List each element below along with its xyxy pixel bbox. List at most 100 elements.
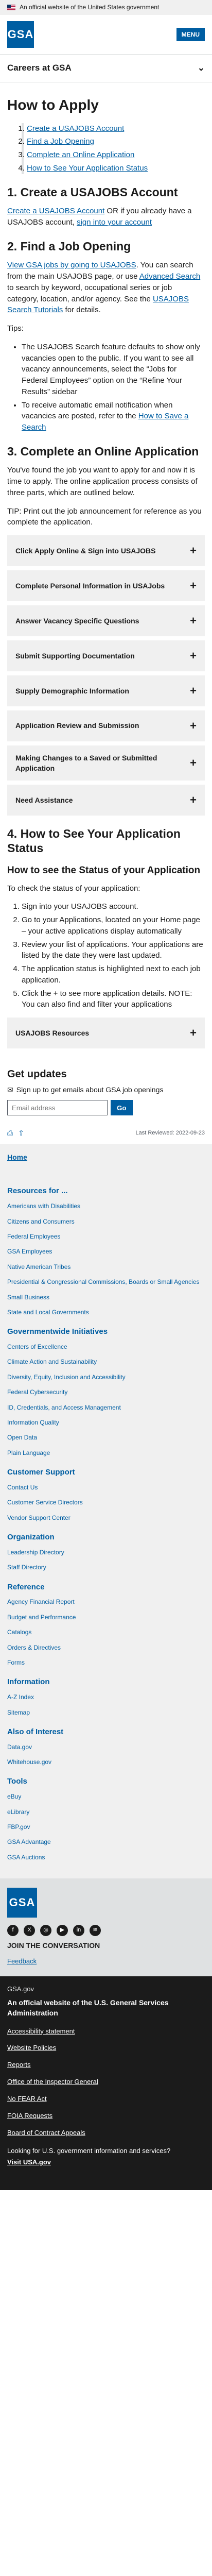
- accessibility-link[interactable]: Accessibility statement: [7, 2027, 205, 2037]
- plus-icon: +: [190, 719, 197, 732]
- policies-link[interactable]: Website Policies: [7, 2043, 205, 2053]
- footer-link[interactable]: eBuy: [7, 1792, 205, 1801]
- footer-link[interactable]: Open Data: [7, 1433, 205, 1442]
- no-fear-act-link[interactable]: No FEAR Act: [7, 2094, 205, 2104]
- visit-usa-gov-link[interactable]: Visit USA.gov: [7, 2158, 205, 2167]
- footer-link[interactable]: Vendor Support Center: [7, 1514, 205, 1522]
- footer-link[interactable]: Centers of Excellence: [7, 1343, 205, 1351]
- footer-link[interactable]: Citizens and Consumers: [7, 1217, 205, 1226]
- footer-link[interactable]: Contact Us: [7, 1483, 205, 1492]
- inspector-general-link[interactable]: Office of the Inspector General: [7, 2077, 205, 2087]
- accordion-apply-online[interactable]: Click Apply Online & Sign into USAJOBS +: [7, 535, 205, 567]
- contract-appeals-link[interactable]: Board of Contract Appeals: [7, 2128, 205, 2138]
- footer-link[interactable]: A-Z Index: [7, 1693, 205, 1702]
- footer-home: Home: [0, 1143, 212, 1172]
- footer-link[interactable]: Information Quality: [7, 1418, 205, 1427]
- footer-logo-area: GSA f X ◎ ▶ in ≋ JOIN THE CONVERSATION F…: [0, 1878, 212, 1977]
- footer-link[interactable]: Americans with Disabilities: [7, 1202, 205, 1211]
- footer-link[interactable]: GSA Auctions: [7, 1853, 205, 1862]
- footer-section-title[interactable]: Reference: [7, 1582, 205, 1593]
- toc-link-find-job[interactable]: Find a Job Opening: [27, 137, 94, 146]
- footer-link[interactable]: FBP.gov: [7, 1823, 205, 1832]
- footer-link[interactable]: Plain Language: [7, 1449, 205, 1458]
- accordion-usajobs-resources[interactable]: USAJOBS Resources +: [7, 1018, 205, 1049]
- print-icon[interactable]: ⎙: [7, 1128, 13, 1138]
- accordion-review-submission[interactable]: Application Review and Submission +: [7, 710, 205, 741]
- instagram-icon[interactable]: ◎: [40, 1925, 51, 1937]
- accordion-personal-information[interactable]: Complete Personal Information in USAJobs…: [7, 570, 205, 601]
- accordion-supporting-documentation[interactable]: Submit Supporting Documentation +: [7, 640, 205, 671]
- footer-link[interactable]: Data.gov: [7, 1743, 205, 1752]
- x-twitter-icon[interactable]: X: [24, 1925, 35, 1937]
- footer-gsa-logo[interactable]: GSA: [7, 1888, 37, 1918]
- footer-section-title[interactable]: Information: [7, 1676, 205, 1688]
- footer-section-title[interactable]: Resources for ...: [7, 1185, 205, 1197]
- footer-link[interactable]: GSA Advantage: [7, 1838, 205, 1846]
- view-gsa-jobs-link[interactable]: View GSA jobs by going to USAJOBS: [7, 261, 136, 269]
- footer-link[interactable]: Diversity, Equity, Inclusion and Accessi…: [7, 1373, 205, 1382]
- toc-link-complete-application[interactable]: Complete an Online Application: [27, 150, 134, 159]
- foia-link[interactable]: FOIA Requests: [7, 2111, 205, 2121]
- footer-link[interactable]: ID, Credentials, and Access Management: [7, 1403, 205, 1412]
- careers-nav-toggle[interactable]: Careers at GSA ⌄: [0, 55, 212, 83]
- linkedin-icon[interactable]: in: [73, 1925, 84, 1937]
- accordion-vacancy-questions[interactable]: Answer Vacancy Specific Questions +: [7, 605, 205, 636]
- footer-link[interactable]: Presidential & Congressional Commissions…: [7, 1278, 205, 1286]
- section-paragraph: Create a USAJOBS Account OR if you alrea…: [7, 207, 192, 227]
- footer-link[interactable]: Small Business: [7, 1293, 205, 1302]
- identifier-agency: An official website of the U.S. General …: [7, 1998, 169, 2018]
- footer-link[interactable]: eLibrary: [7, 1808, 205, 1817]
- footer-link[interactable]: Agency Financial Report: [7, 1598, 205, 1606]
- accordion-need-assistance[interactable]: Need Assistance +: [7, 785, 205, 816]
- accordion-demographic-information[interactable]: Supply Demographic Information +: [7, 675, 205, 706]
- footer-link[interactable]: Federal Employees: [7, 1232, 205, 1241]
- gsa-logo[interactable]: GSA: [7, 21, 34, 48]
- footer-link[interactable]: Sitemap: [7, 1708, 205, 1717]
- footer-link[interactable]: Leadership Directory: [7, 1548, 205, 1557]
- share-icon[interactable]: ⇪: [18, 1128, 24, 1138]
- share-icons: ⎙ ⇪: [7, 1128, 24, 1138]
- toc-link-create-account[interactable]: Create a USAJOBS Account: [27, 124, 124, 133]
- create-account-link[interactable]: Create a USAJOBS Account: [7, 207, 104, 215]
- footer-section-title[interactable]: Tools: [7, 1776, 205, 1787]
- toc-link-application-status[interactable]: How to See Your Application Status: [27, 164, 148, 173]
- section-heading-find-job: 2. Find a Job Opening: [7, 239, 131, 253]
- footer-link[interactable]: Climate Action and Sustainability: [7, 1358, 205, 1366]
- footer-link[interactable]: Catalogs: [7, 1628, 205, 1637]
- footer-link[interactable]: Orders & Directives: [7, 1643, 205, 1652]
- footer-link[interactable]: GSA Employees: [7, 1247, 205, 1256]
- subheading-status: How to see the Status of your Applicatio…: [7, 865, 201, 876]
- sign-in-link[interactable]: sign into your account: [77, 218, 152, 227]
- accordion-making-changes[interactable]: Making Changes to a Saved or Submitted A…: [7, 745, 205, 781]
- footer-home-link[interactable]: Home: [7, 1153, 27, 1161]
- reports-link[interactable]: Reports: [7, 2060, 205, 2070]
- footer-link[interactable]: Customer Service Directors: [7, 1498, 205, 1507]
- footer-section-title[interactable]: Organization: [7, 1532, 205, 1543]
- footer-link[interactable]: Forms: [7, 1658, 205, 1667]
- footer-section-title[interactable]: Customer Support: [7, 1467, 205, 1478]
- usa-gov-question: Looking for U.S. government information …: [7, 2146, 171, 2155]
- last-reviewed: Last Reviewed: 2022-09-23: [135, 1129, 205, 1136]
- tip-text: TIP: Print out the job announcement for …: [7, 506, 202, 527]
- list-item: To receive automatic email notification …: [22, 400, 205, 433]
- footer-link[interactable]: Federal Cybersecurity: [7, 1388, 205, 1397]
- footer-section-title[interactable]: Governmentwide Initiatives: [7, 1326, 205, 1337]
- go-button[interactable]: Go: [111, 1100, 133, 1116]
- footer-link[interactable]: Native American Tribes: [7, 1263, 205, 1272]
- youtube-icon[interactable]: ▶: [57, 1925, 68, 1937]
- menu-button[interactable]: MENU: [176, 28, 205, 42]
- feedback-link[interactable]: Feedback: [7, 1957, 37, 1965]
- plus-icon: +: [190, 614, 197, 627]
- footer-link[interactable]: Whitehouse.gov: [7, 1758, 205, 1767]
- facebook-icon[interactable]: f: [7, 1925, 19, 1937]
- plus-icon: +: [190, 756, 197, 769]
- rss-icon[interactable]: ≋: [90, 1925, 101, 1937]
- footer-link[interactable]: State and Local Governments: [7, 1308, 205, 1317]
- advanced-search-link[interactable]: Advanced Search: [139, 272, 200, 281]
- footer-link[interactable]: Budget and Performance: [7, 1613, 205, 1622]
- footer-link[interactable]: Staff Directory: [7, 1563, 205, 1572]
- plus-icon: +: [190, 579, 197, 592]
- email-input[interactable]: [7, 1100, 108, 1116]
- plus-icon: +: [190, 1026, 197, 1040]
- footer-section-title[interactable]: Also of Interest: [7, 1726, 205, 1738]
